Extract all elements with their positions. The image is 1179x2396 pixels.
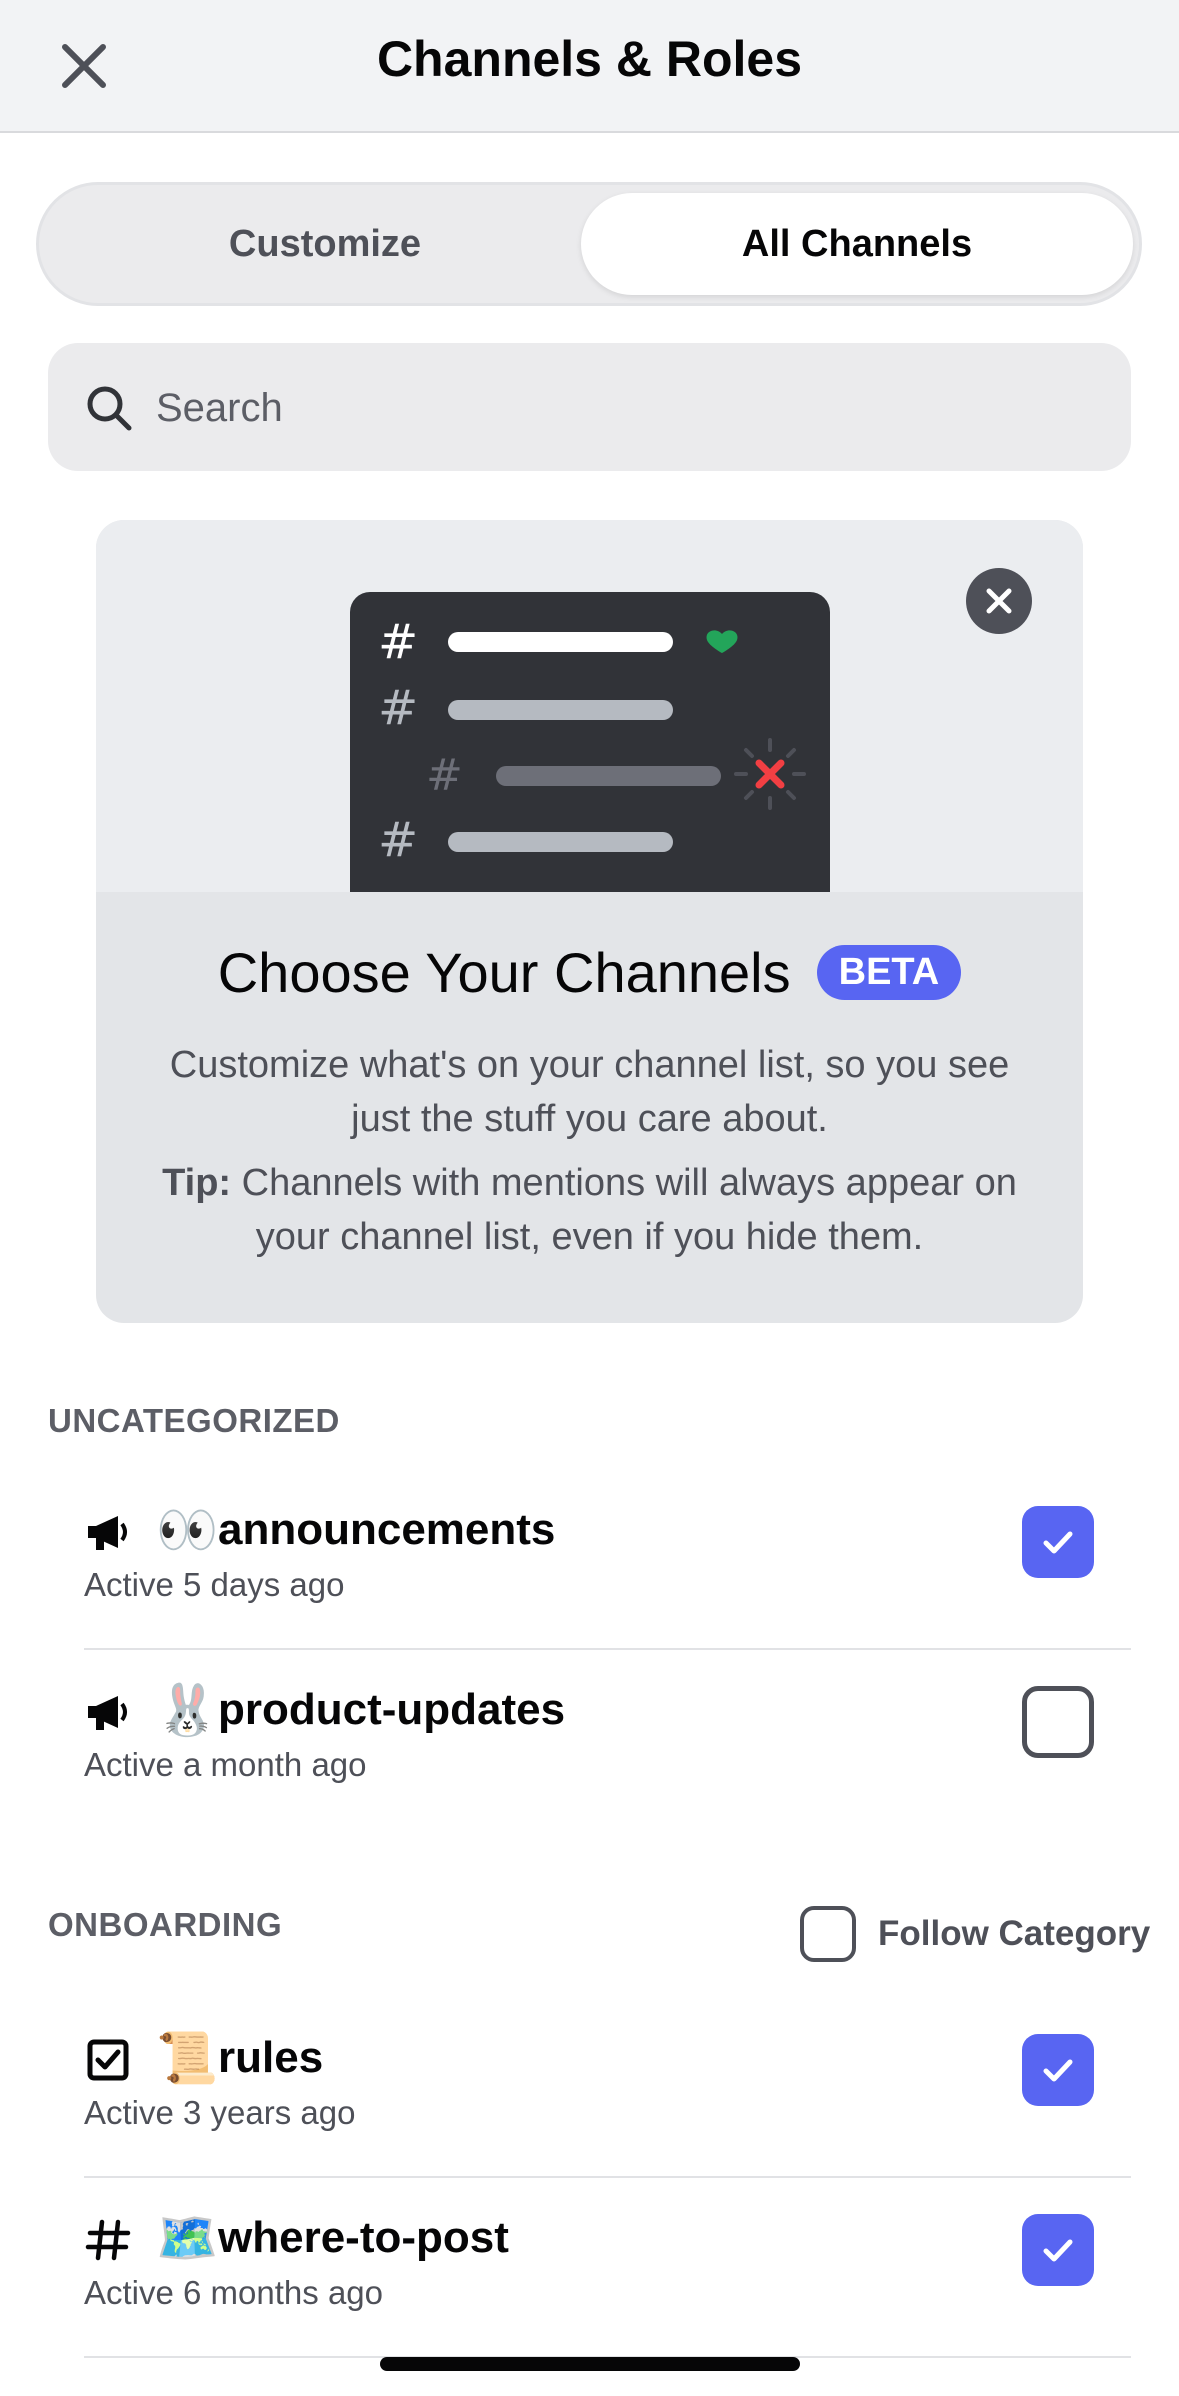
card-illustration-area: # # # # — [96, 520, 1083, 892]
close-icon — [986, 588, 1012, 614]
channel-row[interactable]: 🗺️ where-to-post Active 6 months ago — [84, 2178, 1131, 2358]
channel-row[interactable]: 📜 rules Active 3 years ago — [84, 1998, 1131, 2178]
search-bar — [48, 343, 1131, 471]
channel-row[interactable]: 🐰 product-updates Active a month ago — [84, 1650, 1131, 1828]
checkmark-icon — [1043, 2239, 1073, 2262]
section-header-onboarding: ONBOARDING — [48, 1906, 283, 1943]
channel-checkbox[interactable] — [1022, 1506, 1094, 1578]
tip-label: Tip: — [162, 1162, 232, 1204]
channel-checkbox[interactable] — [1022, 2034, 1094, 2106]
channel-name: where-to-post — [218, 2213, 509, 2262]
choose-channels-card: # # # # Choose Your Channels BETA Custom… — [96, 520, 1083, 1323]
rules-icon — [87, 2039, 129, 2081]
follow-category-checkbox[interactable] — [800, 1906, 856, 1962]
follow-category-toggle[interactable]: Follow Category — [800, 1906, 1150, 1962]
channel-name: rules — [218, 2033, 324, 2082]
channel-activity: Active a month ago — [84, 1746, 367, 1783]
home-indicator — [380, 2357, 800, 2371]
search-icon — [87, 386, 132, 431]
card-title-row: Choose Your Channels BETA — [96, 940, 1083, 1005]
channel-name: product-updates — [218, 1685, 566, 1734]
page-title: Channels & Roles — [376, 31, 803, 87]
megaphone-icon — [88, 1516, 127, 1550]
channel-activity: Active 3 years ago — [84, 2094, 356, 2131]
dismiss-card-button[interactable] — [966, 568, 1032, 634]
card-title: Choose Your Channels — [217, 941, 791, 1004]
channel-activity: Active 6 months ago — [84, 2274, 383, 2311]
channel-row[interactable]: 👀 announcements Active 5 days ago — [84, 1470, 1131, 1650]
checkmark-icon — [1043, 1531, 1073, 1554]
tab-all-channels[interactable]: All Channels — [581, 193, 1133, 295]
hash-icon — [85, 2219, 131, 2261]
channel-list-illustration: # # # # — [350, 592, 830, 892]
svg-text:#: # — [378, 680, 418, 736]
section-header-uncategorized: UNCATEGORIZED — [48, 1402, 340, 1439]
channel-emoji: 🐰 — [156, 1682, 219, 1738]
channel-activity: Active 5 days ago — [84, 1566, 345, 1603]
svg-text:#: # — [378, 614, 418, 670]
svg-text:#: # — [378, 812, 418, 868]
channel-emoji: 👀 — [156, 1502, 219, 1558]
follow-category-label: Follow Category — [878, 1914, 1151, 1953]
channel-emoji: 🗺️ — [156, 2210, 219, 2266]
channel-checkbox[interactable] — [1022, 2214, 1094, 2286]
tip-text: Channels with mentions will always appea… — [241, 1162, 1017, 1258]
card-description: Customize what's on your channel list, s… — [169, 1044, 1010, 1140]
top-bar: Channels & Roles — [0, 0, 1179, 133]
channel-name: announcements — [218, 1505, 556, 1554]
checkmark-icon — [1043, 2059, 1073, 2082]
svg-text:#: # — [426, 750, 463, 801]
megaphone-icon — [88, 1696, 127, 1730]
channel-checkbox[interactable] — [1022, 1686, 1094, 1758]
tab-customize[interactable]: Customize — [49, 193, 601, 295]
view-segmented-control: Customize All Channels — [36, 182, 1142, 306]
search-input[interactable] — [154, 367, 1058, 449]
card-tip: Tip: Channels with mentions will always … — [136, 1156, 1043, 1264]
channel-emoji: 📜 — [156, 2030, 219, 2086]
beta-badge: BETA — [816, 945, 962, 1000]
